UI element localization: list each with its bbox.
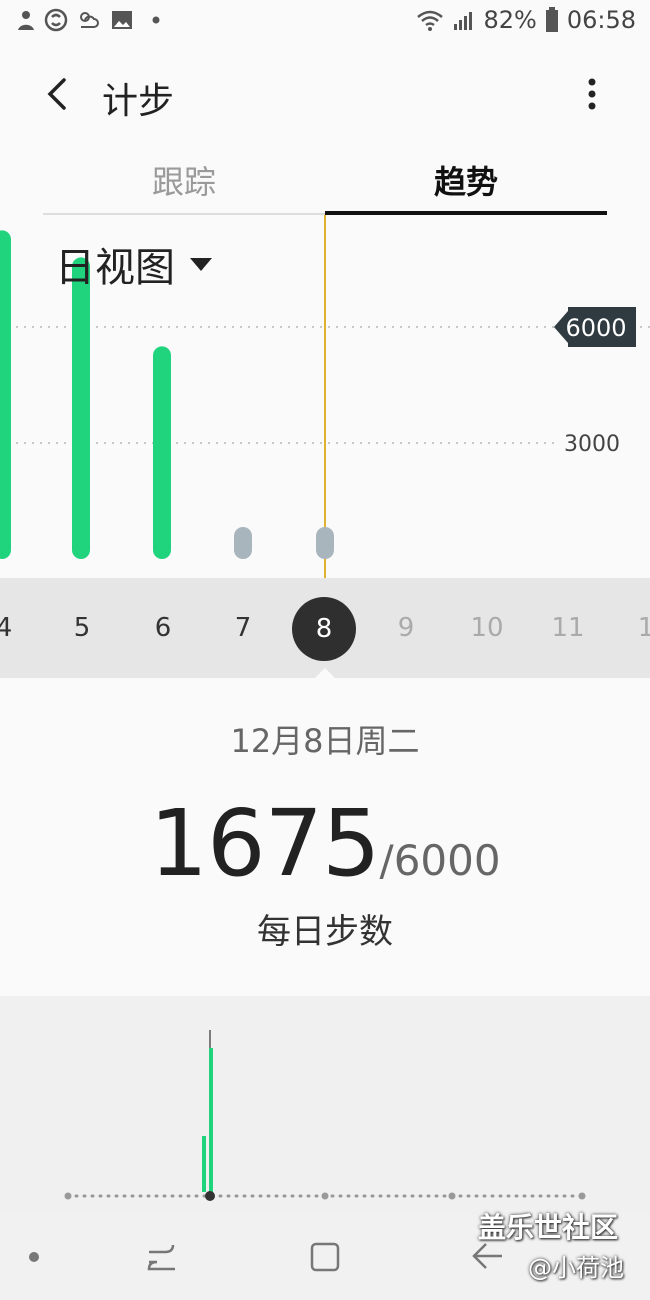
hourly-steps-chart [0, 996, 650, 1216]
nav-dot-icon[interactable] [27, 1250, 41, 1264]
day-5[interactable]: 5 [52, 578, 112, 678]
view-selector-label: 日视图 [55, 245, 175, 291]
tab-trends[interactable]: 趋势 [325, 158, 607, 214]
bar-day-6[interactable] [153, 346, 171, 559]
hourly-tick [578, 1192, 586, 1200]
bar-day-8[interactable] [316, 527, 334, 559]
app-notification-icon [18, 11, 34, 30]
wifi-icon [417, 10, 444, 31]
bar-day-5[interactable] [72, 257, 90, 559]
gridline-3000-label: 3000 [564, 432, 620, 457]
sync-icon [44, 8, 68, 32]
hourly-now-dot [205, 1191, 215, 1201]
day-11[interactable]: 11 [538, 578, 598, 678]
hourly-tick [448, 1192, 456, 1200]
home-icon[interactable] [308, 1240, 342, 1274]
status-right: 82% 06:58 [415, 6, 636, 34]
goal-badge-label: 6000 [565, 314, 626, 342]
day-12-partial[interactable]: 1 [616, 578, 650, 678]
back-arrow-icon[interactable] [40, 72, 80, 116]
day-4[interactable]: 4 [0, 578, 34, 678]
detail-date: 12月8日周二 [230, 722, 420, 760]
bar-day-4[interactable] [0, 230, 11, 559]
step-goal-value: /6000 [379, 836, 501, 885]
day-9[interactable]: 9 [376, 578, 436, 678]
selection-pointer [313, 668, 337, 680]
goal-badge: 6000 [554, 307, 636, 347]
hourly-tick [321, 1192, 329, 1200]
image-icon [112, 11, 132, 29]
day-6[interactable]: 6 [133, 578, 193, 678]
selected-day-8[interactable]: 8 [292, 597, 356, 661]
weather-icon [80, 12, 99, 28]
battery-icon [545, 7, 558, 32]
view-selector-dropdown[interactable]: 日视图 [55, 236, 213, 292]
status-bar: 82% 06:58 [0, 0, 650, 44]
more-options-icon[interactable] [578, 74, 606, 114]
page-title: 计步 [102, 81, 175, 122]
detail-label: 每日步数 [257, 912, 393, 952]
more-notifications-icon [152, 16, 160, 24]
day-10[interactable]: 10 [457, 578, 517, 678]
day-7[interactable]: 7 [213, 578, 273, 678]
watermark-handle: @小荷池 [528, 1254, 624, 1282]
bar-day-7[interactable] [234, 527, 252, 559]
battery-percent: 82% [483, 6, 537, 34]
watermark-title: 盖乐世社区 [478, 1211, 619, 1244]
step-count-value: 1675 [149, 790, 380, 897]
tab-tracking[interactable]: 跟踪 [43, 158, 325, 214]
recents-icon[interactable] [145, 1240, 179, 1274]
signal-icon [454, 12, 473, 30]
clock: 06:58 [566, 6, 636, 34]
hourly-tick [64, 1192, 72, 1200]
dropdown-arrow-icon [190, 258, 212, 271]
step-count: 1675/6000 [0, 790, 650, 897]
